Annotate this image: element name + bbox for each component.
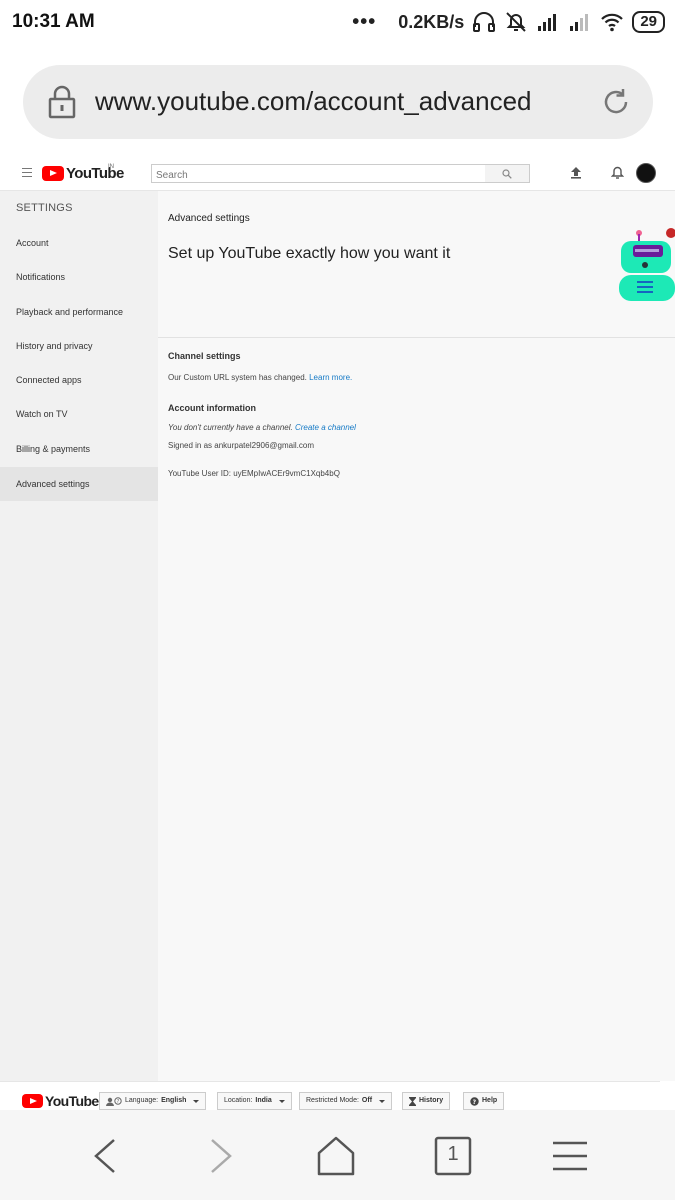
footer-youtube-logo[interactable]: YouTube bbox=[22, 1093, 99, 1109]
learn-more-link[interactable]: Learn more. bbox=[309, 373, 352, 382]
location-value: India bbox=[255, 1097, 272, 1104]
help-button[interactable]: ? Help bbox=[463, 1092, 505, 1110]
history-button[interactable]: History bbox=[402, 1092, 451, 1110]
signal-icon bbox=[538, 14, 557, 31]
lock-icon bbox=[48, 85, 76, 119]
address-bar[interactable]: www.youtube.com/account_advanced bbox=[23, 65, 653, 139]
upload-icon[interactable] bbox=[570, 166, 582, 179]
menu-icon[interactable] bbox=[548, 1134, 592, 1178]
sidebar-heading: SETTINGS bbox=[16, 202, 73, 214]
hourglass-icon bbox=[409, 1096, 416, 1106]
home-icon[interactable] bbox=[314, 1134, 358, 1178]
sidebar-item-connected-apps[interactable]: Connected apps bbox=[0, 363, 158, 397]
language-label: Language: bbox=[125, 1097, 159, 1104]
youtube-play-icon bbox=[22, 1094, 43, 1108]
sidebar-item-account[interactable]: Account bbox=[0, 226, 158, 260]
forward-icon[interactable] bbox=[199, 1134, 243, 1178]
youtube-play-icon bbox=[42, 166, 64, 181]
sidebar-item-notifications[interactable]: Notifications bbox=[0, 260, 158, 294]
language-button[interactable]: ? Language: English bbox=[99, 1092, 207, 1110]
chevron-down-icon bbox=[379, 1099, 386, 1103]
help-icon: ? bbox=[470, 1096, 479, 1106]
chevron-down-icon bbox=[193, 1099, 200, 1103]
guide-menu-icon[interactable] bbox=[22, 168, 32, 177]
chevron-down-icon bbox=[278, 1099, 285, 1103]
status-bar: 10:31 AM ••• 0.2KB/s 29 bbox=[0, 0, 675, 46]
location-button[interactable]: Location: India bbox=[217, 1092, 292, 1110]
clock: 10:31 AM bbox=[12, 11, 95, 32]
battery-icon: 29 bbox=[632, 11, 665, 33]
sidebar-item-billing[interactable]: Billing & payments bbox=[0, 432, 158, 466]
search-input[interactable] bbox=[152, 167, 485, 184]
history-label: History bbox=[419, 1097, 444, 1104]
search-box[interactable] bbox=[151, 164, 486, 184]
country-code: IN bbox=[108, 164, 114, 170]
restricted-mode-value: Off bbox=[361, 1097, 373, 1104]
settings-sidebar: SETTINGS Account Notifications Playback … bbox=[0, 191, 158, 1081]
no-channel-notice: You don't currently have a channel. Crea… bbox=[168, 423, 356, 432]
headphones-icon bbox=[473, 12, 496, 32]
main-content: Advanced settings Set up YouTube exactly… bbox=[158, 191, 675, 1081]
help-label: Help bbox=[482, 1097, 498, 1104]
status-icons: ••• 0.2KB/s 29 bbox=[352, 8, 665, 36]
sidebar-item-history-privacy[interactable]: History and privacy bbox=[0, 329, 158, 363]
account-information-title: Account information bbox=[168, 403, 256, 413]
restricted-mode-button[interactable]: Restricted Mode: Off bbox=[299, 1092, 393, 1110]
avatar[interactable] bbox=[636, 163, 656, 183]
robot-illustration bbox=[619, 228, 675, 301]
custom-url-text: Our Custom URL system has changed. bbox=[168, 373, 307, 382]
search-button[interactable] bbox=[485, 164, 530, 183]
location-label: Location: bbox=[224, 1097, 253, 1104]
language-value: English bbox=[161, 1097, 187, 1104]
wifi-icon bbox=[601, 13, 624, 32]
custom-url-notice: Our Custom URL system has changed. Learn… bbox=[168, 373, 352, 382]
user-id-text: YouTube User ID: uyEMpIwACEr9vmC1Xqb4bQ bbox=[168, 469, 340, 478]
no-channel-text: You don't currently have a channel. bbox=[168, 423, 293, 432]
search-icon bbox=[502, 169, 512, 179]
browser-navigation-bar: 1 bbox=[0, 1110, 675, 1200]
more-notifications-dots: ••• bbox=[352, 10, 377, 33]
settings-banner: Advanced settings Set up YouTube exactly… bbox=[158, 191, 675, 338]
signed-in-text: Signed in as ankurpatel2906@gmail.com bbox=[168, 441, 314, 450]
url-text[interactable]: www.youtube.com/account_advanced bbox=[95, 86, 532, 117]
footer-logo-text: YouTube bbox=[45, 1093, 99, 1109]
youtube-logo-text: YouTube bbox=[66, 165, 124, 182]
channel-settings-title: Channel settings bbox=[168, 351, 241, 361]
mute-bell-icon bbox=[506, 12, 527, 32]
restricted-mode-label: Restricted Mode: bbox=[306, 1097, 359, 1104]
network-speed: 0.2KB/s bbox=[398, 11, 465, 32]
svg-text:?: ? bbox=[473, 1099, 477, 1106]
svg-text:?: ? bbox=[117, 1099, 120, 1105]
youtube-footer: YouTube ? Language: English Location: In… bbox=[0, 1081, 660, 1110]
back-icon[interactable] bbox=[83, 1134, 127, 1178]
sidebar-item-watch-on-tv[interactable]: Watch on TV bbox=[0, 397, 158, 431]
notifications-bell-icon[interactable] bbox=[611, 165, 624, 180]
reload-icon[interactable] bbox=[601, 87, 631, 117]
sidebar-item-playback[interactable]: Playback and performance bbox=[0, 295, 158, 329]
banner-headline: Set up YouTube exactly how you want it bbox=[168, 245, 451, 262]
youtube-header: YouTube IN bbox=[0, 155, 675, 191]
signal-icon-2 bbox=[570, 14, 589, 31]
language-icon: ? bbox=[106, 1096, 122, 1106]
sidebar-item-advanced-settings[interactable]: Advanced settings bbox=[0, 467, 158, 501]
page-title: Advanced settings bbox=[168, 213, 250, 224]
tab-count: 1 bbox=[447, 1143, 459, 1165]
tabs-button[interactable]: 1 bbox=[431, 1134, 475, 1178]
create-channel-link[interactable]: Create a channel bbox=[295, 423, 356, 432]
